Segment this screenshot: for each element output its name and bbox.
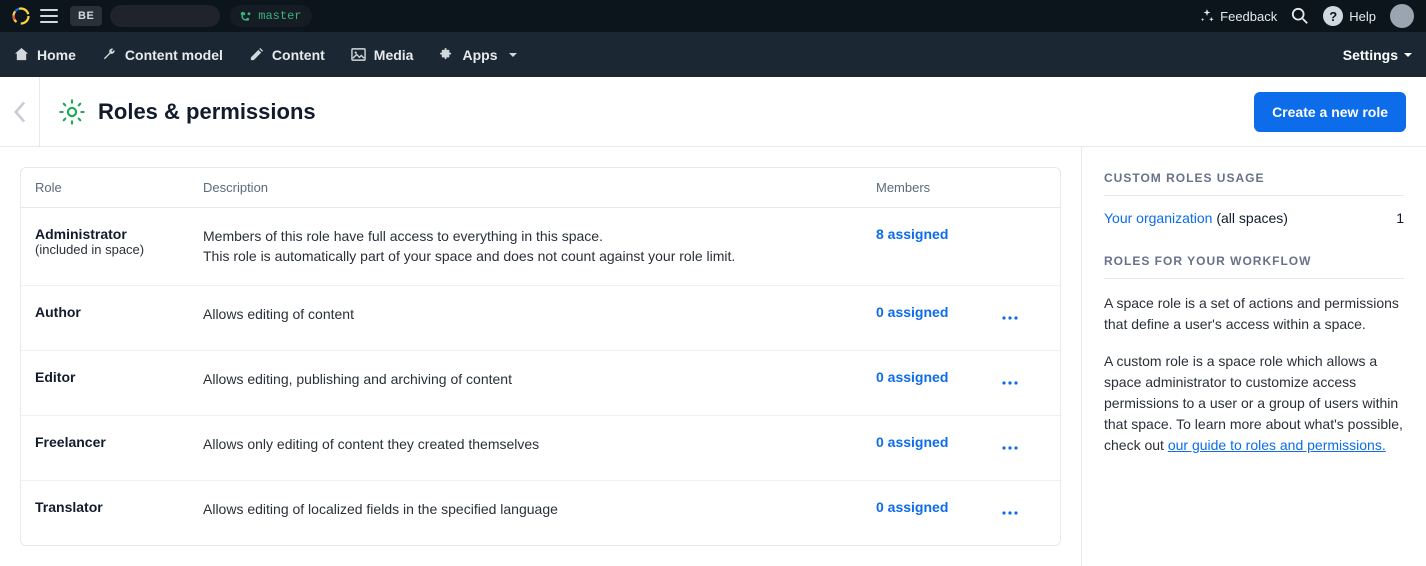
- nav-apps[interactable]: Apps: [439, 47, 517, 63]
- table-row: Author Allows editing of content 0 assig…: [21, 286, 1060, 351]
- nav-media[interactable]: Media: [351, 47, 414, 63]
- role-subtext: (included in space): [35, 242, 203, 257]
- help-label: Help: [1349, 9, 1376, 24]
- more-icon: [1002, 381, 1018, 385]
- role-name: Translator: [35, 499, 203, 515]
- sidebar-paragraph: A custom role is a space role which allo…: [1104, 351, 1404, 456]
- top-bar: BE master Feedback ? Help: [0, 0, 1426, 32]
- guide-link[interactable]: our guide to roles and permissions.: [1168, 437, 1386, 453]
- sidebar-heading-usage: CUSTOM ROLES USAGE: [1104, 171, 1404, 196]
- branch-chip[interactable]: master: [230, 5, 311, 27]
- table-row: Freelancer Allows only editing of conten…: [21, 416, 1060, 481]
- nav-home[interactable]: Home: [14, 47, 76, 63]
- chevron-down-icon: [1404, 51, 1412, 59]
- table-row: Administrator (included in space) Member…: [21, 208, 1060, 286]
- search-button[interactable]: [1291, 7, 1309, 25]
- nav-home-label: Home: [37, 47, 76, 63]
- table-header: Role Description Members: [21, 168, 1060, 208]
- members-link[interactable]: 0 assigned: [876, 434, 948, 450]
- menu-icon[interactable]: [40, 9, 58, 23]
- nav-content-model-label: Content model: [125, 47, 223, 63]
- role-name: Freelancer: [35, 434, 203, 450]
- nav-apps-label: Apps: [462, 47, 497, 63]
- feedback-label: Feedback: [1220, 9, 1277, 24]
- space-name-pill[interactable]: [110, 5, 220, 27]
- row-actions-button[interactable]: [996, 369, 1024, 397]
- pencil-icon: [249, 47, 264, 62]
- avatar[interactable]: [1390, 4, 1414, 28]
- puzzle-icon: [439, 47, 454, 62]
- nav-settings-label: Settings: [1343, 47, 1398, 63]
- gear-icon: [58, 98, 86, 126]
- more-icon: [1002, 446, 1018, 450]
- org-link[interactable]: Your organization: [1104, 210, 1212, 226]
- chevron-down-icon: [509, 51, 517, 59]
- table-row: Translator Allows editing of localized f…: [21, 481, 1060, 545]
- nav-settings[interactable]: Settings: [1343, 47, 1412, 63]
- help-link[interactable]: ? Help: [1323, 6, 1376, 26]
- role-name: Administrator: [35, 226, 203, 242]
- git-branch-icon: [240, 10, 252, 22]
- col-header-members: Members: [876, 180, 996, 195]
- members-link[interactable]: 8 assigned: [876, 226, 948, 242]
- members-link[interactable]: 0 assigned: [876, 369, 948, 385]
- feedback-link[interactable]: Feedback: [1200, 9, 1277, 24]
- nav-media-label: Media: [374, 47, 414, 63]
- back-button[interactable]: [0, 77, 40, 147]
- members-link[interactable]: 0 assigned: [876, 499, 948, 515]
- nav-content-model[interactable]: Content model: [102, 47, 223, 63]
- nav-bar: Home Content model Content Media Apps Se…: [0, 32, 1426, 77]
- col-header-role: Role: [35, 180, 203, 195]
- help-icon: ?: [1323, 6, 1343, 26]
- nav-content-label: Content: [272, 47, 325, 63]
- col-header-description: Description: [203, 180, 876, 195]
- org-suffix: (all spaces): [1212, 210, 1287, 226]
- role-description: Allows only editing of content they crea…: [203, 434, 876, 454]
- role-name: Author: [35, 304, 203, 320]
- nav-content[interactable]: Content: [249, 47, 325, 63]
- more-icon: [1002, 511, 1018, 515]
- space-badge[interactable]: BE: [70, 6, 102, 26]
- page-header: Roles & permissions Create a new role: [0, 77, 1426, 147]
- page-title: Roles & permissions: [98, 99, 316, 125]
- search-icon: [1291, 7, 1309, 25]
- more-icon: [1002, 316, 1018, 320]
- role-description: Members of this role have full access to…: [203, 226, 876, 246]
- sparkle-icon: [1200, 9, 1214, 23]
- table-row: Editor Allows editing, publishing and ar…: [21, 351, 1060, 416]
- org-count: 1: [1396, 210, 1404, 226]
- role-description: This role is automatically part of your …: [203, 246, 876, 266]
- sidebar-paragraph: A space role is a set of actions and per…: [1104, 293, 1404, 335]
- row-actions-button[interactable]: [996, 304, 1024, 332]
- role-description: Allows editing, publishing and archiving…: [203, 369, 876, 389]
- branch-name: master: [258, 9, 301, 23]
- sidebar-heading-workflow: ROLES FOR YOUR WORKFLOW: [1104, 254, 1404, 279]
- org-line: Your organization (all spaces): [1104, 210, 1288, 226]
- role-name: Editor: [35, 369, 203, 385]
- roles-table: Role Description Members Administrator (…: [20, 167, 1061, 546]
- role-description: Allows editing of localized fields in th…: [203, 499, 876, 519]
- chevron-left-icon: [13, 101, 27, 123]
- app-logo-icon: [12, 7, 30, 25]
- create-role-button[interactable]: Create a new role: [1254, 92, 1406, 132]
- row-actions-button[interactable]: [996, 499, 1024, 527]
- role-description: Allows editing of content: [203, 304, 876, 324]
- home-icon: [14, 47, 29, 62]
- image-icon: [351, 47, 366, 62]
- wrench-icon: [102, 47, 117, 62]
- sidebar: CUSTOM ROLES USAGE Your organization (al…: [1081, 147, 1426, 566]
- members-link[interactable]: 0 assigned: [876, 304, 948, 320]
- row-actions-button[interactable]: [996, 434, 1024, 462]
